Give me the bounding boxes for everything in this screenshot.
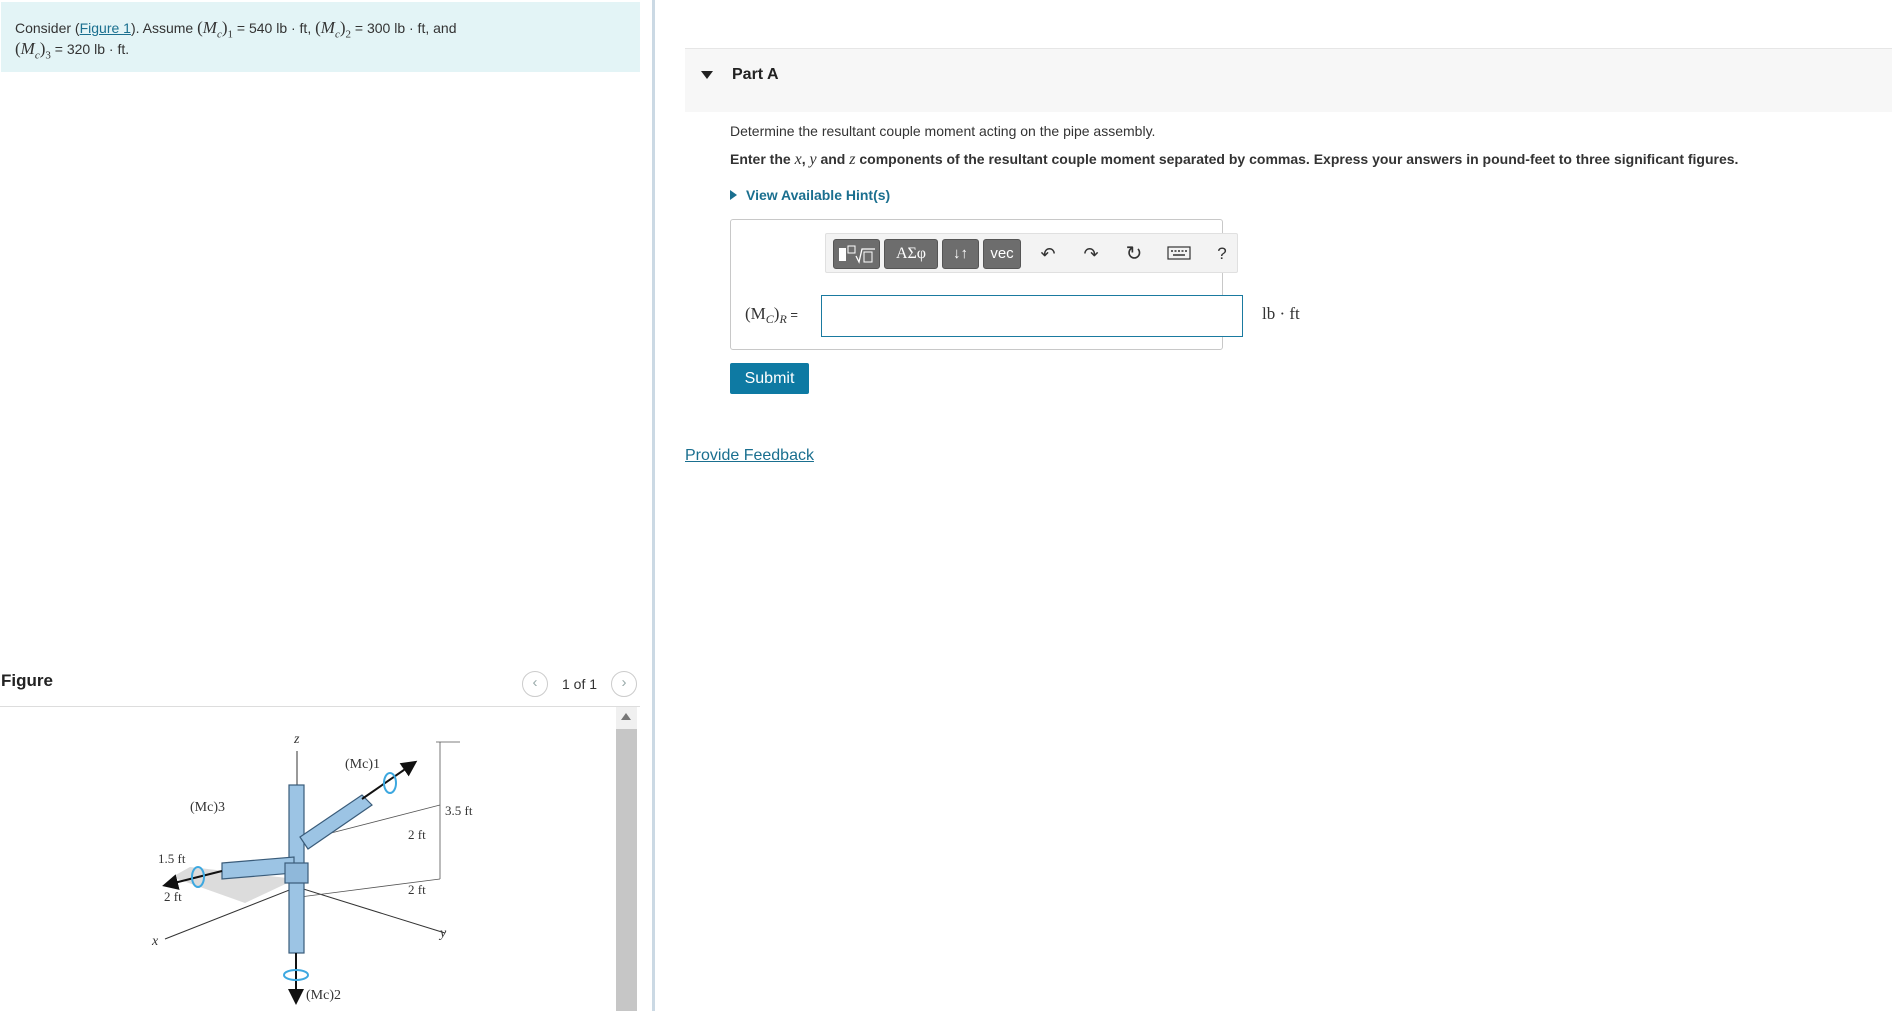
hint-label: View Available Hint(s) [746,187,891,203]
diagonal-pipe [299,794,373,850]
left-pane: Consider (Figure 1). Assume (Mc)1 = 540 … [0,0,655,1011]
m3-value: = 320 lb · ft. [50,41,130,57]
m1-symbol: (Mc)1 [197,18,233,41]
z-axis-label: z [293,732,300,747]
figure-pager: 1 of 1 [562,676,598,692]
x-pipe [221,856,295,880]
figure-image: z x y (Mc)1 (Mc)3 (Mc)2 1.5 ft 2 ft 2 ft… [0,707,614,1011]
answer-box: ΑΣφ ↓↑ vec ↶ ↷ ↻ ? (MC)R = lb · ft [730,219,1300,350]
vector-button[interactable]: vec [983,239,1021,269]
arrows-button[interactable]: ↓↑ [942,239,979,269]
dim-3-5ft: 3.5 ft [445,803,473,818]
m3-symbol: (Mc)3 [15,39,51,62]
instruction-text: Enter the x, y and z components of the r… [730,151,1739,168]
m1-value: = 540 lb · ft [233,20,308,36]
dim-2ft-x: 2 ft [164,889,182,904]
templates-icon [839,245,875,264]
next-figure-button[interactable]: › [611,671,637,697]
problem-and: , and [425,20,457,36]
expand-triangle-icon [730,190,737,200]
x-axis-label: x [151,934,159,949]
problem-assume: ). Assume [130,20,198,36]
dim-2ft-lower: 2 ft [408,882,426,897]
greek-symbols-button[interactable]: ΑΣφ [884,239,938,269]
pipe-assembly-diagram: z x y (Mc)1 (Mc)3 (Mc)2 1.5 ft 2 ft 2 ft… [151,732,473,1005]
dim-2ft-upper: 2 ft [408,827,426,842]
pipe-fitting [284,862,309,884]
math-toolbar: ΑΣφ ↓↑ vec ↶ ↷ ↻ ? [825,233,1238,273]
y-axis-label: y [438,926,447,941]
m2-symbol: (Mc)2 [315,18,352,41]
redo-icon[interactable]: ↷ [1080,243,1102,265]
part-a-header[interactable]: Part A [685,48,1892,112]
dim-1-5ft: 1.5 ft [158,851,186,866]
var-y: y [809,151,817,168]
scroll-thumb[interactable] [616,729,637,1011]
collapse-caret-icon[interactable] [701,71,713,79]
scroll-up-icon[interactable] [621,713,631,720]
figure-scrollbar[interactable] [616,707,637,1011]
part-title: Part A [732,66,779,83]
keyboard-icon[interactable] [1166,243,1192,265]
provide-feedback-link[interactable]: Provide Feedback [685,447,814,465]
reset-icon[interactable]: ↻ [1123,243,1145,265]
templates-button[interactable] [833,239,880,269]
m2-value: = 300 lb · ft [351,20,426,36]
equation-label: (MC)R = [745,304,799,326]
undo-icon[interactable]: ↶ [1037,243,1059,265]
mc3-label: (Mc)3 [190,800,225,815]
figure-title: Figure [1,671,53,690]
previous-figure-button[interactable]: ‹ [522,671,548,697]
problem-line-2: (Mc)3 = 320 lb · ft. [15,39,129,61]
view-hints-link[interactable]: View Available Hint(s) [730,187,890,203]
question-text: Determine the resultant couple moment ac… [730,123,1156,139]
help-icon[interactable]: ? [1211,243,1233,265]
submit-button[interactable]: Submit [730,363,809,394]
right-pane: Part A Determine the resultant couple mo… [655,0,1892,1011]
unit-label: lb · ft [1262,304,1300,323]
mc1-label: (Mc)1 [345,757,380,772]
problem-statement: Consider (Figure 1). Assume (Mc)1 = 540 … [1,2,640,72]
answer-input[interactable] [821,295,1243,337]
mc2-label: (Mc)2 [306,988,341,1003]
problem-line-1: Consider (Figure 1). Assume (Mc)1 = 540 … [15,18,457,41]
figure-link[interactable]: Figure 1 [80,20,131,36]
problem-prefix: Consider ( [15,20,80,36]
var-x: x [794,151,802,168]
